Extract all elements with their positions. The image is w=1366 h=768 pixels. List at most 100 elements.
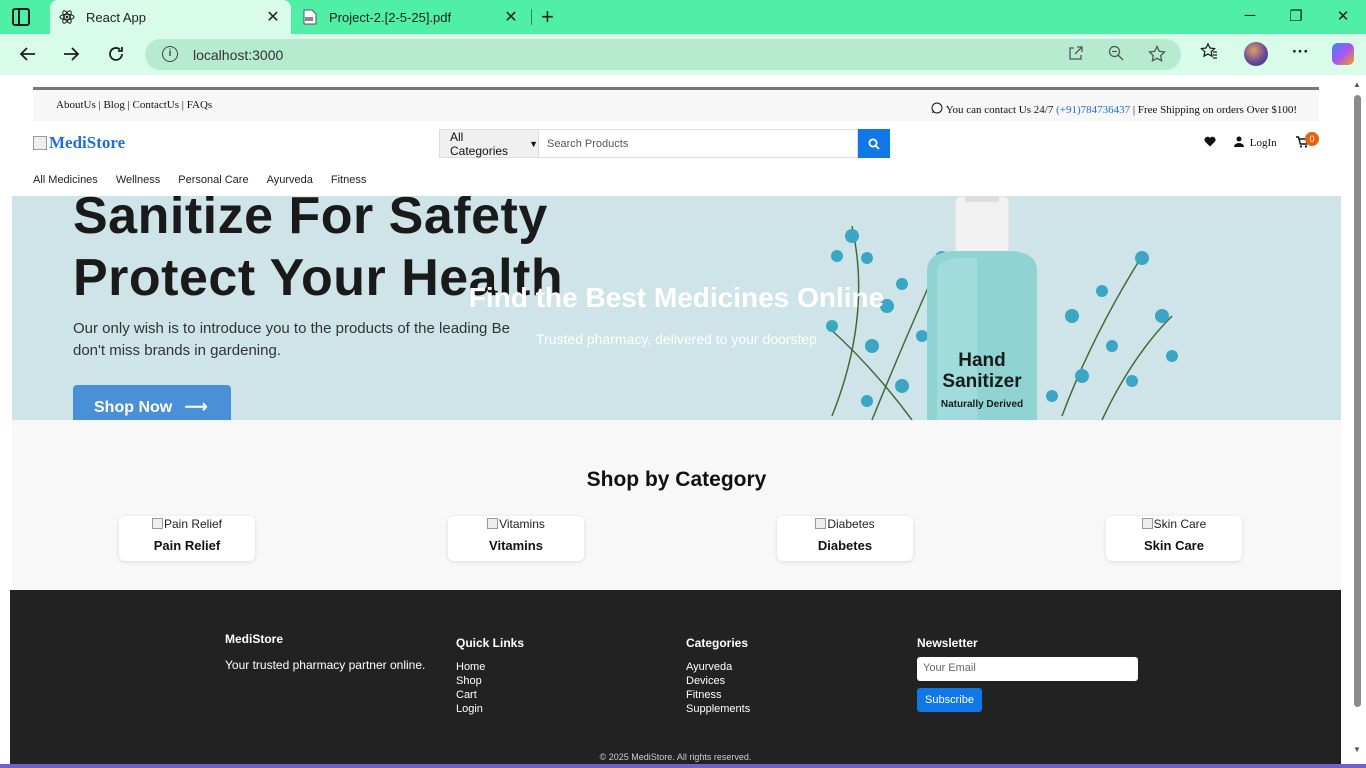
login-link[interactable]: LogIn (1234, 136, 1277, 149)
footer-category-ayurveda[interactable]: Ayurveda (686, 660, 750, 674)
image-alt-text: Vitamins (499, 517, 545, 531)
tab-title: React App (86, 9, 146, 25)
taskbar-edge (0, 764, 1366, 768)
url-text[interactable]: localhost:3000 (193, 47, 283, 63)
whatsapp-icon (931, 102, 945, 116)
category-card-diabetes[interactable]: Diabetes Diabetes (777, 516, 913, 561)
tab-actions-icon[interactable] (12, 8, 30, 26)
footer-category-fitness[interactable]: Fitness (686, 688, 750, 702)
phone-link[interactable]: (+91)784736437 (1056, 104, 1130, 116)
site-logo[interactable]: MediStore (33, 133, 125, 153)
top-info-bar: AboutUs | Blog | ContactUs | FAQs You ca… (33, 87, 1319, 121)
image-alt-text: Pain Relief (163, 517, 223, 531)
footer-brand-column: MediStore Your trusted pharmacy partner … (225, 632, 425, 672)
category-nav: All Medicines Wellness Personal Care Ayu… (33, 174, 384, 186)
footer-tagline: Your trusted pharmacy partner online. (225, 658, 426, 672)
address-bar[interactable]: i localhost:3000 (145, 39, 1181, 70)
nav-personal-care[interactable]: Personal Care (178, 174, 248, 186)
forward-icon[interactable] (59, 42, 83, 66)
back-icon[interactable] (16, 42, 40, 66)
favorite-star-icon[interactable] (1148, 44, 1166, 68)
tab-pdf[interactable]: Project-2.[2-5-25].pdf ✕ (293, 0, 529, 34)
category-name: Skin Care (1144, 538, 1204, 553)
category-image: Diabetes (777, 517, 913, 531)
newsletter-title: Newsletter (917, 636, 978, 650)
search-icon (868, 138, 880, 150)
scroll-up-icon[interactable]: ▲ (1353, 80, 1361, 89)
copilot-icon[interactable] (1332, 43, 1354, 65)
newsletter-email-input[interactable]: Your Email (917, 657, 1138, 681)
zoom-icon[interactable] (1108, 45, 1124, 66)
vertical-scrollbar[interactable]: ▲ ▼ (1349, 75, 1366, 764)
refresh-icon[interactable] (104, 42, 128, 66)
site-info-icon[interactable]: i (162, 46, 178, 62)
close-tab-icon[interactable]: ✕ (265, 7, 281, 27)
category-image: Vitamins (448, 517, 584, 531)
wishlist-heart-icon[interactable] (1204, 136, 1216, 150)
category-card-skin-care[interactable]: Skin Care Skin Care (1106, 516, 1242, 561)
top-links: AboutUs | Blog | ContactUs | FAQs (56, 99, 212, 111)
broken-image-icon (487, 518, 499, 529)
tab-title: Project-2.[2-5-25].pdf (329, 9, 452, 25)
tab-separator (531, 9, 532, 25)
footer-link-cart[interactable]: Cart (456, 688, 524, 702)
nav-ayurveda[interactable]: Ayurveda (267, 174, 313, 186)
footer-link-home[interactable]: Home (456, 660, 524, 674)
contact-text: You can contact Us 24/7 (945, 104, 1057, 116)
logo-alt-text: MediStore (49, 133, 126, 152)
tab-react-app[interactable]: React App ✕ (50, 0, 291, 34)
category-name: Vitamins (489, 538, 543, 553)
footer-link-shop[interactable]: Shop (456, 674, 524, 688)
cart-count-badge: 0 (1305, 132, 1319, 146)
profile-avatar[interactable] (1244, 42, 1268, 66)
search-button[interactable] (858, 129, 890, 158)
copyright: © 2025 MediStore. All rights reserved. (599, 752, 752, 762)
category-select-value: All Categories (450, 129, 509, 158)
hero-title: Find the Best Medicines Online (468, 282, 885, 313)
arrow-right-icon: ⟶ (184, 399, 208, 416)
faqs-link[interactable]: FAQs (187, 99, 212, 111)
footer-categories: Categories Ayurveda Devices Fitness Supp… (686, 636, 750, 716)
restore-icon[interactable]: ❐ (1286, 7, 1306, 25)
page-viewport: AboutUs | Blog | ContactUs | FAQs You ca… (4, 75, 1349, 764)
category-name: Pain Relief (153, 538, 221, 553)
blog-link[interactable]: Blog (103, 99, 124, 111)
scrollbar-thumb[interactable] (1354, 95, 1361, 707)
search-bar: All Categories ▼ Search Products (439, 129, 890, 158)
new-tab-icon[interactable]: + (541, 6, 554, 28)
shipping-text: | Free Shipping on orders Over $100! (1130, 104, 1297, 116)
minimize-icon[interactable]: ─ (1240, 7, 1260, 24)
nav-all-medicines[interactable]: All Medicines (33, 174, 98, 186)
banner-heading-line1: Sanitize For Safety (73, 196, 548, 245)
subscribe-button[interactable]: Subscribe (917, 688, 982, 712)
shop-now-button[interactable]: Shop Now ⟶ (73, 385, 231, 420)
category-select[interactable]: All Categories ▼ (439, 129, 539, 158)
contact-us-link[interactable]: ContactUs (133, 99, 179, 111)
favorites-icon[interactable] (1200, 42, 1218, 65)
close-window-icon[interactable]: ✕ (1333, 7, 1353, 25)
login-label: LogIn (1249, 137, 1277, 149)
section-heading: Shop by Category (586, 468, 767, 491)
category-name: Diabetes (817, 538, 873, 553)
close-tab-icon[interactable]: ✕ (503, 7, 519, 27)
more-options-icon[interactable]: ··· (1292, 42, 1309, 62)
scroll-down-icon[interactable]: ▼ (1353, 745, 1361, 754)
search-input[interactable]: Search Products (539, 129, 858, 158)
nav-wellness[interactable]: Wellness (116, 174, 160, 186)
about-us-link[interactable]: AboutUs (56, 99, 96, 111)
category-image: Pain Relief (119, 517, 255, 531)
footer-brand: MediStore (225, 632, 284, 646)
footer-category-devices[interactable]: Devices (686, 674, 750, 688)
open-in-app-icon[interactable] (1068, 45, 1084, 66)
hero-banner: Sanitize For Safety Protect Your Health … (12, 196, 1341, 420)
pdf-icon (302, 9, 318, 25)
footer-category-supplements[interactable]: Supplements (686, 702, 750, 716)
nav-fitness[interactable]: Fitness (331, 174, 366, 186)
footer-link-login[interactable]: Login (456, 702, 524, 716)
category-card-pain-relief[interactable]: Pain Relief Pain Relief (119, 516, 255, 561)
category-image: Skin Care (1106, 517, 1242, 531)
image-alt-text: Skin Care (1153, 517, 1207, 531)
category-card-vitamins[interactable]: Vitamins Vitamins (448, 516, 584, 561)
broken-image-icon (1141, 518, 1153, 529)
broken-image-icon (815, 518, 827, 529)
